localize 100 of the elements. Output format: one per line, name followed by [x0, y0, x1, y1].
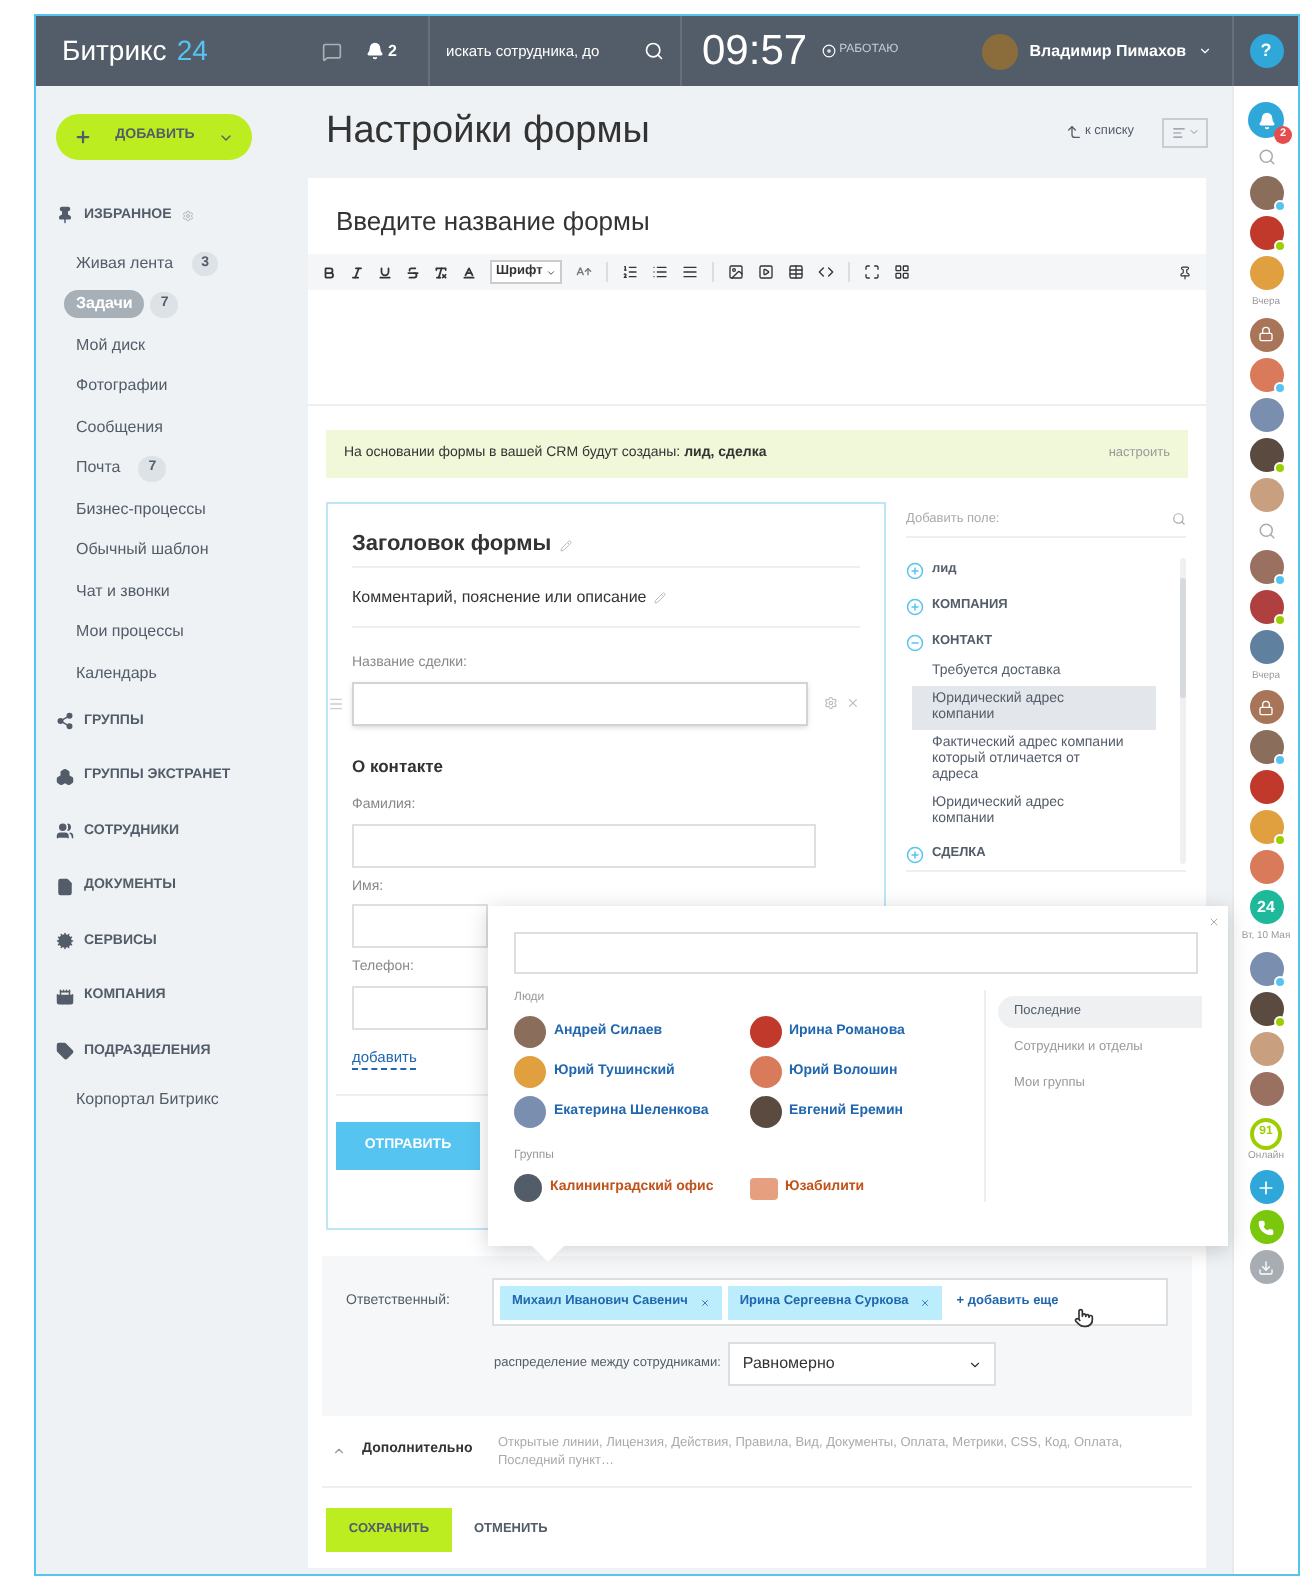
- text-field[interactable]: [352, 985, 488, 1030]
- group-icon: [56, 767, 74, 786]
- search-icon[interactable]: [644, 38, 664, 64]
- plus-icon[interactable]: [906, 597, 924, 615]
- group-icon: [56, 206, 74, 225]
- avatar[interactable]: [1249, 1071, 1283, 1105]
- drag-handle-icon[interactable]: [328, 695, 344, 711]
- table-icon[interactable]: [788, 264, 805, 280]
- notifications-button[interactable]: [1248, 102, 1284, 138]
- sidebar-item[interactable]: Календарь: [64, 661, 169, 686]
- pin-icon[interactable]: [1178, 265, 1192, 279]
- form-name-field[interactable]: Введите название формы: [336, 196, 1178, 244]
- grid-icon[interactable]: [894, 264, 911, 280]
- radio-icon: [821, 44, 836, 58]
- pencil-icon[interactable]: [559, 539, 572, 551]
- plus-icon[interactable]: [906, 561, 924, 579]
- lock-icon: [1258, 699, 1274, 715]
- notification-count: 2: [388, 39, 397, 63]
- settings-icon[interactable]: [824, 696, 839, 710]
- download-icon: [1258, 1259, 1274, 1275]
- group-picture: [749, 1177, 777, 1199]
- avatar: [514, 1056, 546, 1088]
- bell-icon[interactable]: [366, 42, 384, 60]
- avatar: [514, 1096, 546, 1128]
- user-name[interactable]: Владимир Пимахов: [1029, 39, 1186, 63]
- distribution-select[interactable]: Равномерно: [728, 1342, 997, 1386]
- clear-format-icon[interactable]: [434, 265, 448, 279]
- avatar[interactable]: [1249, 176, 1283, 210]
- text-color-icon[interactable]: [462, 265, 476, 279]
- lock-icon: [1258, 326, 1274, 342]
- code-icon[interactable]: [818, 264, 835, 280]
- bell-icon: [1257, 111, 1275, 129]
- underline-icon[interactable]: [378, 265, 392, 279]
- sidebar-item[interactable]: Почта: [64, 456, 133, 481]
- lock-chat[interactable]: [1249, 317, 1283, 351]
- pencil-icon[interactable]: [654, 591, 667, 603]
- caret-icon: [968, 1357, 983, 1371]
- sidebar-item[interactable]: Обычный шаблон: [64, 538, 221, 563]
- plus-icon[interactable]: [906, 845, 924, 863]
- avatar[interactable]: [1249, 437, 1283, 471]
- search-field[interactable]: [514, 931, 1198, 973]
- close-icon[interactable]: [846, 696, 861, 710]
- avatar: [749, 1096, 781, 1128]
- avatar[interactable]: [1249, 770, 1283, 804]
- bullet-list-icon[interactable]: [652, 264, 669, 280]
- form-title: Заголовок формы: [352, 530, 552, 561]
- align-icon[interactable]: [682, 264, 699, 280]
- avatar: [514, 1016, 546, 1048]
- avatar[interactable]: [1249, 216, 1283, 250]
- numbered-list-icon[interactable]: [622, 264, 639, 280]
- sidebar-item[interactable]: Чат и звонки: [64, 579, 182, 604]
- fullscreen-icon[interactable]: [864, 264, 881, 280]
- form-description: Комментарий, пояснение или описание: [352, 585, 647, 609]
- sidebar-item[interactable]: Бизнес-процессы: [64, 497, 218, 522]
- add-button[interactable]: [1249, 1170, 1283, 1204]
- phone-button[interactable]: [1249, 1210, 1283, 1244]
- sidebar-item[interactable]: Корпортал Битрикс: [64, 1087, 231, 1112]
- avatar: [749, 1016, 781, 1048]
- page-title: Настройки формы: [326, 107, 652, 156]
- minus-icon[interactable]: [906, 633, 924, 651]
- sidebar-item[interactable]: Живая лента: [64, 251, 186, 276]
- avatar[interactable]: [1249, 730, 1283, 764]
- video-icon[interactable]: [758, 264, 775, 280]
- avatar[interactable]: [1249, 589, 1283, 623]
- plus-icon: [1256, 1177, 1276, 1197]
- plus-icon: [74, 128, 92, 146]
- menu-icon: [1171, 125, 1185, 139]
- group-icon: [56, 712, 74, 731]
- sidebar-item[interactable]: Мои процессы: [64, 620, 196, 645]
- avatar[interactable]: [1249, 549, 1283, 583]
- text-field[interactable]: [352, 904, 488, 949]
- sidebar-item[interactable]: Сообщения: [64, 415, 175, 440]
- image-icon[interactable]: [728, 264, 745, 280]
- download-button[interactable]: [1249, 1250, 1283, 1284]
- phone-icon: [1258, 1219, 1274, 1235]
- sidebar-item[interactable]: Фотографии: [64, 374, 180, 399]
- lock-chat[interactable]: [1249, 690, 1283, 724]
- caret-icon: [546, 267, 557, 277]
- bold-icon[interactable]: [322, 265, 336, 279]
- hand-cursor-icon: [1074, 1308, 1094, 1328]
- caret-icon: [1198, 44, 1212, 58]
- text-field[interactable]: [352, 681, 809, 725]
- group-icon: [56, 932, 74, 951]
- collapse-icon[interactable]: [332, 1444, 346, 1458]
- settings-icon[interactable]: [181, 209, 194, 222]
- back-icon: [1065, 124, 1082, 140]
- text-field[interactable]: [352, 823, 816, 868]
- avatar[interactable]: [1249, 991, 1283, 1025]
- strikethrough-icon[interactable]: [406, 265, 420, 279]
- avatar[interactable]: [1249, 629, 1283, 663]
- logo-number: 24: [176, 32, 208, 70]
- font-size-icon[interactable]: [576, 264, 593, 280]
- section-heading: О контакте: [352, 753, 445, 779]
- sidebar-item[interactable]: Мой диск: [64, 333, 158, 358]
- chat-icon[interactable]: [322, 41, 342, 61]
- italic-icon[interactable]: [350, 265, 364, 279]
- caret-icon: [1187, 126, 1199, 138]
- avatar: [749, 1056, 781, 1088]
- close-icon[interactable]: [1208, 916, 1220, 928]
- group-icon: [56, 877, 74, 896]
